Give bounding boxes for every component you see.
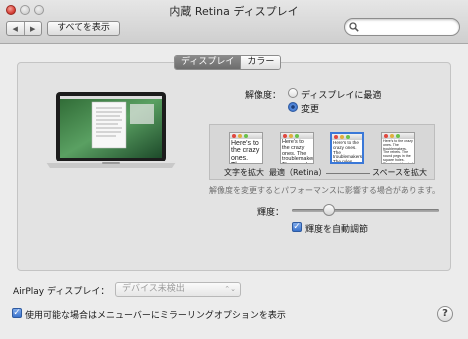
auto-brightness-checkbox[interactable]: ✓ xyxy=(292,222,302,232)
show-all-button[interactable]: すべてを表示 xyxy=(47,21,120,36)
macbook-display-image xyxy=(46,92,176,168)
brightness-label: 輝度： xyxy=(257,208,285,218)
search-input[interactable] xyxy=(344,18,460,36)
scale-sample-text: Here's to the crazy ones. The troublemak… xyxy=(231,140,260,163)
resolution-scaled-label: 変更 xyxy=(301,105,320,115)
airplay-display-value: デバイス未検出 xyxy=(122,284,185,294)
scale-sample-text: Here's to the crazy ones. The troublemak… xyxy=(383,139,413,164)
popup-arrows-icon: ⌃⌄ xyxy=(224,285,236,293)
help-button[interactable]: ? xyxy=(437,306,453,322)
resolution-label: 解像度： xyxy=(245,91,282,101)
airplay-display-label: AirPlay ディスプレイ： xyxy=(13,287,110,297)
tab-display[interactable]: ディスプレイ xyxy=(175,56,241,69)
window-title: 内蔵 Retina ディスプレイ xyxy=(169,5,299,18)
forward-arrow-icon[interactable]: ▶ xyxy=(25,22,42,35)
resolution-best-radio[interactable] xyxy=(288,88,298,98)
scale-option-more-space[interactable]: Here's to the crazy ones. The troublemak… xyxy=(381,132,415,164)
scale-sample-text: Here's to the crazy ones. The troublemak… xyxy=(333,140,364,164)
auto-brightness-label: 輝度を自動調節 xyxy=(305,225,369,235)
scale-label-larger-text: 文字を拡大 xyxy=(224,168,264,177)
show-mirroring-label: 使用可能な場合はメニューバーにミラーリングオプションを表示 xyxy=(25,311,286,321)
resolution-scaled-radio[interactable] xyxy=(288,102,298,112)
scale-divider xyxy=(326,173,370,174)
search-icon xyxy=(349,22,359,32)
brightness-slider[interactable] xyxy=(292,209,439,212)
airplay-display-popup[interactable]: デバイス未検出 ⌃⌄ xyxy=(115,282,241,297)
resolution-hint-text: 解像度を変更するとパフォーマンスに影響する場合があります。 xyxy=(209,186,441,195)
scale-option-larger-text[interactable]: Here's to the crazy ones. The troublemak… xyxy=(229,132,263,164)
back-forward-control: ◀ ▶ xyxy=(6,21,42,36)
brightness-slider-knob[interactable] xyxy=(322,204,335,216)
tab-color[interactable]: カラー xyxy=(240,56,281,69)
scale-option-best-retina[interactable]: Here's to the crazy ones. The troublemak… xyxy=(280,132,314,164)
scale-option-more-space-1[interactable]: Here's to the crazy ones. The troublemak… xyxy=(330,132,364,164)
title-bar: 内蔵 Retina ディスプレイ ◀ ▶ すべてを表示 xyxy=(0,0,468,44)
scale-sample-text: Here's to the crazy ones. The troublemak… xyxy=(282,139,314,163)
preferences-window: 内蔵 Retina ディスプレイ ◀ ▶ すべてを表示 ディスプレイ カラー 解… xyxy=(0,0,468,339)
back-arrow-icon[interactable]: ◀ xyxy=(7,22,25,35)
show-mirroring-checkbox[interactable]: ✓ xyxy=(12,308,22,318)
scale-label-more-space: スペースを拡大 xyxy=(372,168,428,177)
resolution-best-label: ディスプレイに最適 xyxy=(301,91,382,101)
tab-bar: ディスプレイ カラー xyxy=(174,55,282,70)
scale-label-best-retina: 最適（Retina） xyxy=(269,168,327,177)
